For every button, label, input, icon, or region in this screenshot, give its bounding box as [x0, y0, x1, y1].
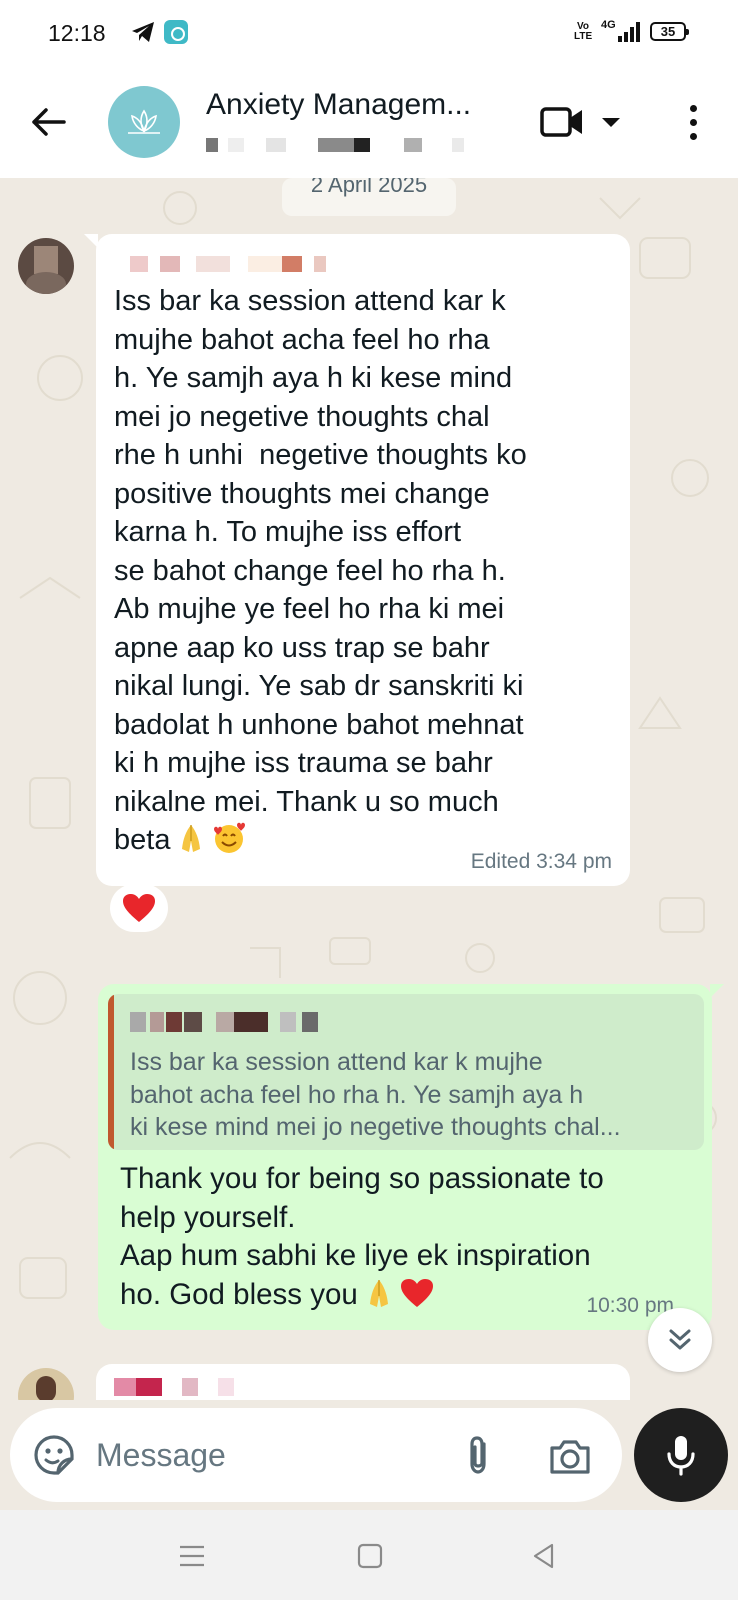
home-button[interactable]: [350, 1538, 390, 1574]
chat-subtitle-redacted: [206, 134, 506, 154]
chevron-down-icon[interactable]: [598, 115, 624, 129]
outgoing-message[interactable]: Iss bar ka session attend kar k mujhe ba…: [98, 984, 724, 1330]
quote-accent-bar: [108, 994, 114, 1150]
folded-hands-emoji: [182, 825, 201, 852]
chat-header: Anxiety Managem...: [0, 64, 738, 178]
more-options-button[interactable]: [678, 100, 708, 144]
quote-author-redacted: [130, 1012, 330, 1034]
voice-message-button[interactable]: [634, 1408, 728, 1502]
camera-icon[interactable]: [548, 1436, 592, 1476]
attach-icon[interactable]: [458, 1434, 498, 1476]
red-heart-emoji: [400, 1278, 433, 1307]
status-time: 12:18: [48, 20, 106, 46]
signal-icon: [618, 22, 640, 42]
back-button[interactable]: [24, 98, 72, 146]
incoming-message[interactable]: Iss bar ka session attend kar k mujhe ba…: [84, 234, 630, 886]
sender-name-redacted: [130, 256, 330, 274]
red-heart-emoji: [123, 894, 155, 922]
volte-indicator: Vo LTE: [574, 21, 593, 42]
menu-lines-icon: [180, 1545, 204, 1567]
triangle-back-icon: [533, 1543, 554, 1569]
folded-hands-emoji: [369, 1279, 388, 1307]
message-composer: [10, 1408, 622, 1502]
scroll-to-bottom-button[interactable]: [648, 1308, 712, 1372]
video-call-button[interactable]: [540, 100, 630, 144]
mic-icon: [667, 1436, 695, 1476]
message-input[interactable]: [96, 1430, 426, 1480]
date-chip: 2 April 2025: [282, 178, 456, 216]
incoming-message-text: Iss bar ka session attend kar k mujhe ba…: [114, 285, 527, 856]
square-home-icon: [357, 1543, 383, 1569]
double-chevron-down-icon: [669, 1329, 691, 1350]
app-badge-icon: [164, 20, 188, 44]
battery-icon: 35: [650, 22, 689, 41]
system-back-button[interactable]: [524, 1538, 564, 1574]
message-reaction[interactable]: [110, 884, 168, 932]
lotus-logo-icon: [128, 109, 160, 134]
chat-title[interactable]: Anxiety Managem...: [206, 88, 471, 122]
quoted-reply[interactable]: Iss bar ka session attend kar k mujhe ba…: [108, 994, 704, 1150]
sender-avatar[interactable]: [18, 238, 74, 294]
telegram-icon: [132, 22, 154, 42]
group-avatar[interactable]: [108, 86, 180, 158]
system-navigation-bar: [0, 1510, 738, 1600]
quoted-text: Iss bar ka session attend kar k mujhe ba…: [130, 1048, 621, 1141]
outgoing-message-text: Thank you for being so passionate to hel…: [120, 1162, 604, 1311]
back-arrow-icon: [32, 108, 66, 136]
status-bar: 12:18 Vo LTE 4G 35: [0, 0, 738, 64]
video-call-icon: [540, 107, 582, 137]
more-vert-icon: [689, 104, 697, 112]
incoming-message-meta: Edited 3:34 pm: [470, 850, 612, 873]
next-incoming-message[interactable]: [96, 1364, 630, 1400]
recent-apps-button[interactable]: [172, 1538, 212, 1574]
sticker-icon[interactable]: [32, 1433, 76, 1477]
network-type: 4G: [601, 19, 616, 31]
chat-area[interactable]: 2 April 2025 Iss bar ka session attend k…: [0, 178, 738, 1400]
smiling-face-with-hearts-emoji: [214, 822, 246, 853]
